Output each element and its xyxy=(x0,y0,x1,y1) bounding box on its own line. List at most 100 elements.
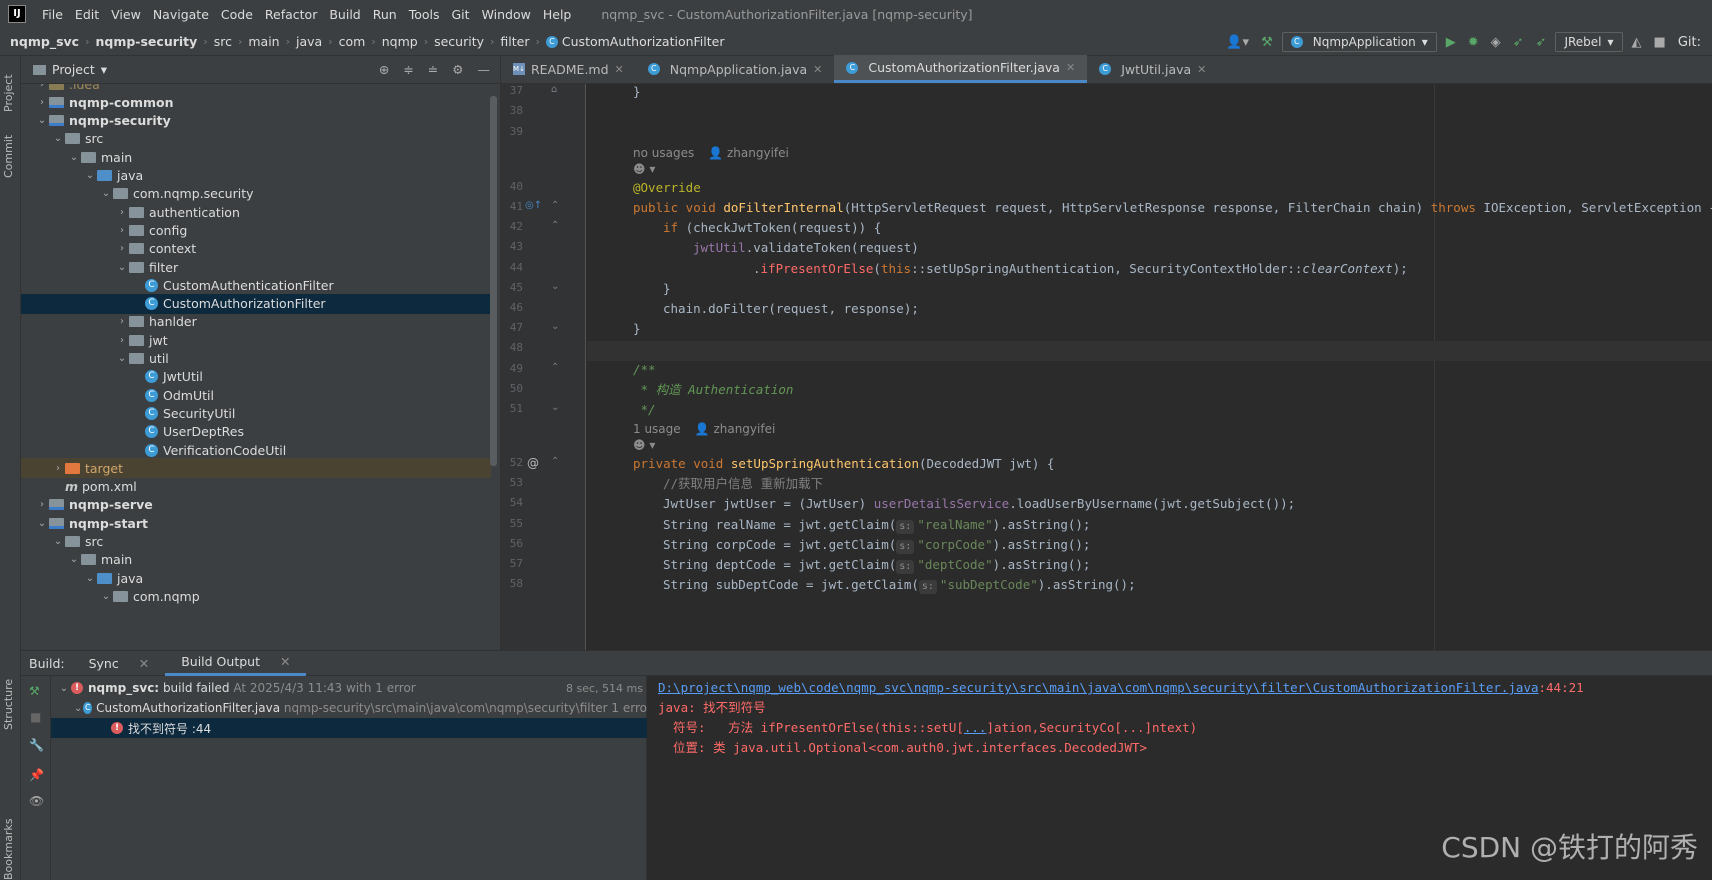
chevron-right-icon[interactable]: › xyxy=(115,335,129,346)
tab-readme[interactable]: M↓ README.md ✕ xyxy=(501,55,636,83)
tree-item[interactable]: › config xyxy=(21,220,491,240)
close-icon[interactable]: ✕ xyxy=(615,63,624,76)
tab-structure[interactable]: Structure xyxy=(2,679,15,730)
build-error-row[interactable]: ! 找不到符号 :44 xyxy=(51,718,647,738)
tree-item[interactable]: › nqmp-common xyxy=(21,92,491,112)
chevron-down-icon[interactable]: ⌄ xyxy=(51,133,65,144)
tab-jwtutil[interactable]: C JwtUtil.java ✕ xyxy=(1087,55,1218,83)
menu-view[interactable]: View xyxy=(105,7,147,22)
coverage-icon[interactable]: ◈ xyxy=(1488,35,1504,50)
tree-item[interactable]: ⌄ src xyxy=(21,532,491,552)
tree-item[interactable]: ⌄ com.nqmp xyxy=(21,586,491,606)
tree-item[interactable]: C CustomAuthorizationFilter xyxy=(21,293,491,314)
tab-nqmp-application[interactable]: C NqmpApplication.java ✕ xyxy=(636,55,835,83)
tree-item[interactable]: ⌄ java xyxy=(21,568,491,588)
fold-icon[interactable]: ⌃ xyxy=(551,200,559,211)
chevron-right-icon[interactable]: › xyxy=(115,316,129,327)
scrollbar[interactable] xyxy=(490,96,497,466)
expand-all-icon[interactable]: ≑ xyxy=(403,62,413,77)
chevron-right-icon[interactable]: › xyxy=(115,225,129,236)
chevron-right-icon[interactable]: › xyxy=(115,243,129,254)
chevron-down-icon[interactable]: ⌄ xyxy=(83,170,97,181)
tree-item[interactable]: C SecurityUtil xyxy=(21,403,491,423)
chevron-down-icon[interactable]: ⌄ xyxy=(115,353,129,364)
chevron-right-icon[interactable]: › xyxy=(115,207,129,218)
build-root-row[interactable]: ⌄ ! nqmp_svc: build failed At 2025/4/3 1… xyxy=(51,678,647,698)
tree-item[interactable]: ⌄ main xyxy=(21,550,491,570)
tree-item[interactable]: ⌄ nqmp-security xyxy=(21,111,491,131)
tree-item[interactable]: › hanlder xyxy=(21,312,491,332)
tab-build-output[interactable]: Build Output ✕ xyxy=(165,650,307,676)
menu-file[interactable]: File xyxy=(36,7,69,22)
fold-icon[interactable]: ⌃ xyxy=(551,456,559,467)
hide-icon[interactable]: — xyxy=(478,62,491,77)
chevron-down-icon[interactable]: ⌄ xyxy=(99,591,113,602)
chevron-down-icon[interactable]: ⌄ xyxy=(51,536,65,547)
error-file-link[interactable]: D:\project\nqmp_web\code\nqmp_svc\nqmp-s… xyxy=(658,680,1539,695)
wrench-icon[interactable]: 🔧 xyxy=(29,738,44,752)
chevron-right-icon[interactable]: › xyxy=(35,499,49,510)
chevron-down-icon[interactable]: ▾ xyxy=(101,62,107,77)
chevron-down-icon[interactable]: ⌄ xyxy=(99,188,113,199)
breadcrumb-item[interactable]: src xyxy=(214,34,232,49)
chevron-right-icon[interactable]: › xyxy=(35,84,49,90)
chevron-down-icon[interactable]: ⌄ xyxy=(35,115,49,126)
tree-item[interactable]: ⌄ com.nqmp.security xyxy=(21,184,491,204)
usages-hint[interactable]: no usages 👤 zhangyifei xyxy=(633,146,789,160)
chevron-down-icon[interactable]: ⌄ xyxy=(67,152,81,163)
eye-icon[interactable]: 👁 xyxy=(29,794,44,808)
annotation-marker-icon[interactable]: @ xyxy=(527,456,539,470)
breadcrumb-item[interactable]: nqmp-security xyxy=(95,34,197,49)
git-label[interactable]: Git: xyxy=(1675,35,1704,50)
breadcrumb-item[interactable]: nqmp xyxy=(382,34,418,49)
chevron-down-icon[interactable]: ⌄ xyxy=(115,262,129,273)
override-marker-icon[interactable]: ◎↑ xyxy=(525,200,542,211)
fold-icon[interactable]: ⌄ xyxy=(551,281,559,292)
tree-item[interactable]: ⌄ filter xyxy=(21,257,491,277)
breadcrumb-item[interactable]: nqmp_svc xyxy=(10,34,79,49)
tree-item[interactable]: › nqmp-serve xyxy=(21,495,491,515)
tab-bookmarks[interactable]: Bookmarks xyxy=(2,819,15,880)
build-file-row[interactable]: ⌄ C CustomAuthorizationFilter.java nqmp-… xyxy=(51,698,647,718)
menu-run[interactable]: Run xyxy=(367,7,403,22)
menu-help[interactable]: Help xyxy=(537,7,578,22)
pin-icon[interactable]: 📌 xyxy=(29,768,44,782)
chevron-down-icon[interactable]: ⌄ xyxy=(73,703,83,714)
tree-item[interactable]: C JwtUtil xyxy=(21,367,491,387)
chevron-right-icon[interactable]: › xyxy=(51,463,65,474)
menu-navigate[interactable]: Navigate xyxy=(147,7,215,22)
menu-git[interactable]: Git xyxy=(446,7,476,22)
code-editor[interactable]: } no usages 👤 zhangyifei ☻ ▾ @Override pu… xyxy=(587,84,1712,650)
stop-icon[interactable]: ■ xyxy=(1651,35,1669,50)
debug-icon[interactable]: ✹ xyxy=(1465,35,1482,50)
ai-assistant-icon[interactable]: ☻ ▾ xyxy=(633,162,655,176)
tree-item[interactable]: C VerificationCodeUtil xyxy=(21,440,491,460)
tree-item[interactable]: C UserDeptRes xyxy=(21,422,491,442)
tree-item[interactable]: › target xyxy=(21,458,491,479)
tree-item[interactable]: m pom.xml xyxy=(21,477,491,497)
breadcrumb-item[interactable]: com xyxy=(339,34,366,49)
menu-build[interactable]: Build xyxy=(323,7,366,22)
breadcrumb-item[interactable]: CustomAuthorizationFilter xyxy=(562,34,725,49)
build-hammer-icon[interactable]: ⚒ xyxy=(1258,35,1276,50)
breadcrumb-item[interactable]: main xyxy=(248,34,279,49)
fold-icon[interactable]: ⌃ xyxy=(551,220,559,231)
menu-edit[interactable]: Edit xyxy=(69,7,105,22)
tree-item[interactable]: ⌄ util xyxy=(21,349,491,369)
tree-item[interactable]: ⌄ nqmp-start xyxy=(21,513,491,533)
chevron-down-icon[interactable]: ⌄ xyxy=(57,683,71,694)
tab-custom-authorization-filter[interactable]: C CustomAuthorizationFilter.java ✕ xyxy=(834,55,1088,83)
tree-item[interactable]: C CustomAuthenticationFilter xyxy=(21,275,491,295)
chevron-down-icon[interactable]: ⌄ xyxy=(83,573,97,584)
chevron-down-icon[interactable]: ⌄ xyxy=(35,518,49,529)
tree-item[interactable]: › jwt xyxy=(21,330,491,350)
tree-item[interactable]: › context xyxy=(21,239,491,259)
expand-link[interactable]: ... xyxy=(964,720,987,735)
collapse-all-icon[interactable]: ≐ xyxy=(428,62,438,77)
chevron-right-icon[interactable]: › xyxy=(35,97,49,108)
run-icon[interactable]: ▶ xyxy=(1443,35,1459,50)
menu-tools[interactable]: Tools xyxy=(403,7,446,22)
chevron-down-icon[interactable]: ⌄ xyxy=(67,554,81,565)
user-icon[interactable]: 👤▾ xyxy=(1223,35,1252,50)
menu-window[interactable]: Window xyxy=(476,7,537,22)
